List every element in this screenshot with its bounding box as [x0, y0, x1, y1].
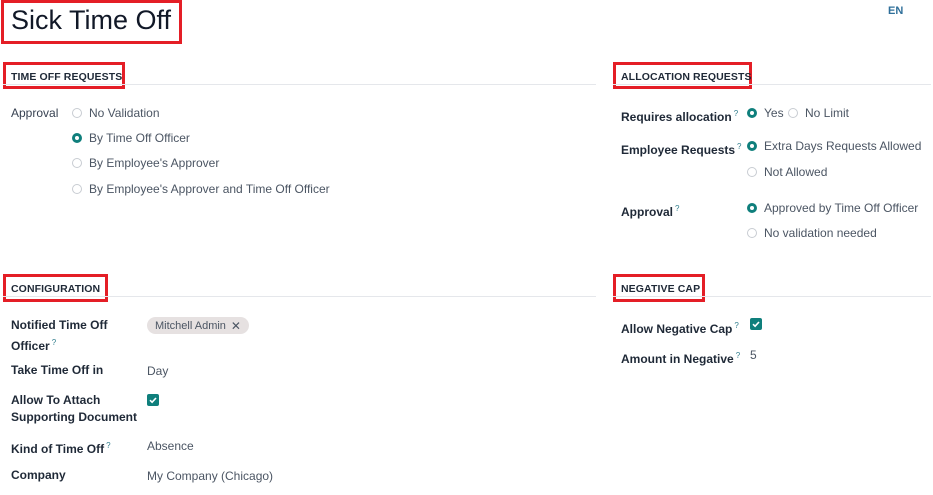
label-line2: Officer [11, 339, 50, 353]
radio-label: Yes [764, 106, 784, 120]
radio-approved-by-officer[interactable]: Approved by Time Off Officer [747, 201, 918, 215]
radio-circle [72, 108, 82, 118]
radio-circle [788, 108, 798, 118]
help-icon[interactable]: ? [737, 142, 741, 151]
label-line1: Allow To Attach [11, 393, 101, 407]
language-selector[interactable]: EN [888, 5, 903, 17]
radio-circle-selected [747, 108, 757, 118]
label-text: Allow Negative Cap [621, 322, 733, 336]
radio-extra-days-allowed[interactable]: Extra Days Requests Allowed [747, 139, 921, 153]
radio-label: Extra Days Requests Allowed [764, 139, 922, 153]
company-label: Company [11, 468, 66, 482]
label-text: Approval [621, 205, 674, 219]
check-icon [752, 321, 760, 328]
check-icon [149, 397, 157, 404]
radio-label: No validation needed [764, 226, 877, 240]
configuration-divider [3, 296, 596, 297]
label-text: Kind of Time Off [11, 442, 105, 456]
radio-requires-allocation-yes[interactable]: Yes [747, 106, 784, 120]
radio-label: Not Allowed [764, 165, 828, 179]
attach-document-checkbox[interactable] [147, 394, 159, 406]
configuration-heading: CONFIGURATION [11, 283, 101, 295]
radio-label: By Time Off Officer [89, 131, 190, 145]
officer-tag-label: Mitchell Admin [155, 319, 226, 332]
label-text: Employee Requests [621, 143, 736, 157]
radio-no-validation[interactable]: No Validation [72, 106, 160, 120]
help-icon[interactable]: ? [106, 441, 110, 450]
negative-cap-divider [613, 296, 931, 297]
allow-negative-cap-checkbox[interactable] [750, 318, 762, 330]
kind-of-time-off-label: Kind of Time Off? [11, 437, 111, 458]
remove-tag-icon[interactable]: ✕ [231, 319, 241, 333]
radio-circle [72, 184, 82, 194]
help-icon[interactable]: ? [734, 109, 738, 118]
requires-allocation-label: Requires allocation? [621, 105, 738, 126]
page-title: Sick Time Off [11, 5, 172, 35]
allocation-requests-heading: ALLOCATION REQUESTS [621, 71, 752, 83]
allow-negative-cap-label: Allow Negative Cap? [621, 317, 739, 338]
radio-circle-selected [72, 133, 82, 143]
help-icon[interactable]: ? [736, 351, 740, 360]
label-text: Requires allocation [621, 110, 732, 124]
radio-by-employee-approver-and-officer[interactable]: By Employee's Approver and Time Off Offi… [72, 182, 330, 196]
help-icon[interactable]: ? [734, 321, 738, 330]
radio-circle [747, 228, 757, 238]
amount-in-negative-label: Amount in Negative? [621, 347, 740, 368]
take-time-off-in-label: Take Time Off in [11, 363, 104, 377]
negative-cap-heading: NEGATIVE CAP [621, 283, 701, 295]
radio-circle-selected [747, 141, 757, 151]
radio-not-allowed[interactable]: Not Allowed [747, 165, 827, 179]
employee-requests-label: Employee Requests? [621, 138, 742, 159]
radio-by-employee-approver[interactable]: By Employee's Approver [72, 156, 219, 170]
allocation-approval-label: Approval? [621, 200, 679, 221]
radio-label: No Limit [805, 106, 850, 120]
radio-no-validation-needed[interactable]: No validation needed [747, 226, 877, 240]
radio-label: By Employee's Approver and Time Off Offi… [89, 182, 330, 196]
radio-by-time-off-officer[interactable]: By Time Off Officer [72, 131, 190, 145]
radio-label: Approved by Time Off Officer [764, 201, 919, 215]
help-icon[interactable]: ? [52, 338, 56, 347]
radio-circle [747, 167, 757, 177]
label-line2: Supporting Document [11, 410, 137, 424]
time-off-requests-divider [3, 84, 596, 85]
label-text: Amount in Negative [621, 352, 734, 366]
attach-document-label: Allow To Attach Supporting Document [11, 392, 137, 426]
radio-label: No Validation [89, 106, 160, 120]
take-time-off-in-value[interactable]: Day [147, 364, 168, 378]
radio-requires-allocation-no-limit[interactable]: No Limit [788, 106, 849, 120]
company-value[interactable]: My Company (Chicago) [147, 469, 273, 483]
radio-circle-selected [747, 203, 757, 213]
kind-of-time-off-value[interactable]: Absence [147, 439, 194, 453]
help-icon[interactable]: ? [675, 204, 679, 213]
allocation-requests-divider [613, 84, 931, 85]
officer-tag[interactable]: Mitchell Admin ✕ [147, 317, 249, 334]
notified-officer-label: Notified Time Off Officer? [11, 317, 107, 355]
radio-label: By Employee's Approver [89, 156, 220, 170]
radio-circle [72, 158, 82, 168]
approval-label: Approval [11, 106, 59, 120]
time-off-requests-heading: TIME OFF REQUESTS [11, 71, 123, 83]
amount-in-negative-value[interactable]: 5 [750, 348, 757, 362]
label-line1: Notified Time Off [11, 318, 108, 332]
